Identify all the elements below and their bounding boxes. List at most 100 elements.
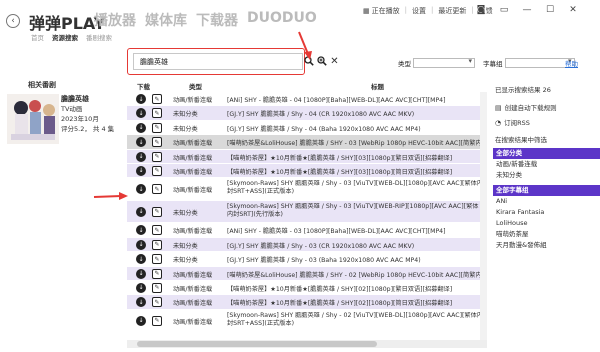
table-row[interactable]: ↓ ✎ 动画/新番连载 [喵萌奶茶屋&LoliHouse] 膽膽英雄 / SHY - … [127, 135, 487, 150]
category-option[interactable]: 未知分类 [493, 170, 600, 181]
subgroup-option[interactable]: Kirara Fantasia [493, 207, 600, 218]
edit-icon[interactable]: ✎ [152, 239, 162, 250]
minimize-icon[interactable]: — [517, 3, 537, 17]
crumb-anime-search[interactable]: 番剧搜索 [86, 32, 112, 42]
vertical-scrollbar[interactable] [480, 92, 487, 340]
table-row[interactable]: ↓ ✎ 未知分类 [GJ.Y] SHY 膽膽英雄 / Shy - 03 (Baha 1… [127, 252, 487, 267]
edit-icon[interactable]: ✎ [152, 108, 162, 119]
subgroup-select[interactable] [504, 57, 575, 68]
download-icon[interactable]: ↓ [136, 239, 146, 250]
download-icon[interactable]: ↓ [136, 225, 146, 236]
edit-icon[interactable]: ✎ [152, 282, 162, 293]
subgroup-filter: 字幕组 [483, 57, 575, 68]
subgroup-all[interactable]: 全部字幕组 [493, 185, 600, 196]
nav-tab-duoduo[interactable]: DUODUO [247, 10, 317, 30]
edit-icon[interactable]: ✎ [152, 268, 162, 279]
edit-icon[interactable]: ✎ [152, 254, 162, 265]
camera-icon[interactable]: ◙ [471, 3, 491, 17]
now-playing-button[interactable]: ▦ 正在播放 [363, 6, 400, 16]
table-row[interactable]: ↓ ✎ 动画/新番连载 【喵萌奶茶屋】★10月新番★[膽膽英雄 / SHY][03][… [127, 149, 487, 164]
close-icon[interactable]: ✕ [563, 3, 583, 17]
result-count: 已显示搜索结果 26 [495, 86, 551, 94]
row-type: 未知分类 [173, 111, 198, 119]
download-icon[interactable]: ↓ [136, 315, 146, 326]
help-link[interactable]: 帮助 [565, 58, 578, 68]
back-button[interactable]: ‹ [6, 14, 20, 28]
window-icon[interactable]: ▭ [494, 3, 514, 17]
annotation-arrow-icon [93, 192, 128, 200]
create-rule-button[interactable]: ▤ 创建自动下载规则 [493, 102, 600, 114]
nav-tab-player[interactable]: 播放器 [94, 10, 136, 30]
table-row[interactable]: ↓ ✎ 未知分类 [GJ.Y] SHY 膽膽英雄 / Shy - 04 (CR 192… [127, 106, 487, 121]
subscribe-rss-button[interactable]: ◔ 订阅RSS [493, 117, 600, 129]
category-option[interactable]: 动画/新番连载 [493, 159, 600, 170]
recent-updates-button[interactable]: 最近更新 [438, 6, 466, 16]
table-row[interactable]: ↓ ✎ 动画/新番连载 [Skymoon-Raws] SHY 膽膽英雄 / Shy -… [127, 178, 487, 201]
nav-tab-downloader[interactable]: 下载器 [196, 10, 238, 30]
table-row[interactable]: ↓ ✎ 未知分类 [Skymoon-Raws] SHY 膽膽英雄 / Shy - 03… [127, 200, 487, 224]
table-row[interactable]: ↓ ✎ 动画/新番连载 [ANi] SHY - 膽膽英雄 - 04 [1080P][B… [127, 92, 487, 107]
edit-icon[interactable]: ✎ [152, 122, 162, 133]
download-icon[interactable]: ↓ [136, 184, 146, 195]
subgroup-option[interactable]: LoliHouse [493, 218, 600, 229]
edit-icon[interactable]: ✎ [152, 151, 162, 162]
table-row[interactable]: ↓ ✎ 动画/新番连载 [ANi] SHY - 膽膽英雄 - 03 [1080P][B… [127, 223, 487, 238]
filter-label: 在搜索结果中筛选 [495, 136, 547, 144]
subgroup-option[interactable]: 天月動漫&發佈組 [493, 240, 600, 251]
download-icon[interactable]: ↓ [136, 151, 146, 162]
download-icon[interactable]: ↓ [136, 254, 146, 265]
right-panel: 已显示搜索结果 26 ▤ 创建自动下载规则 ◔ 订阅RSS 在搜索结果中筛选 全部分… [493, 84, 600, 251]
table-row[interactable]: ↓ ✎ 未知分类 [GJ.Y] SHY 膽膽英雄 / Shy - 03 (CR 192… [127, 237, 487, 253]
category-all[interactable]: 全部分类 [493, 148, 600, 159]
settings-button[interactable]: 设置 [412, 6, 426, 16]
subgroup-option[interactable]: 喵萌奶茶屋 [493, 229, 600, 240]
window-controls: ◙ ▭ — ☐ ✕ [471, 3, 586, 17]
arrow-left-icon: ‹ [11, 15, 15, 26]
anime-cover[interactable] [7, 94, 59, 144]
download-icon[interactable]: ↓ [136, 165, 146, 176]
scrollbar-thumb[interactable] [137, 341, 377, 347]
crumb-resource-search[interactable]: 资源搜索 [52, 32, 78, 42]
nav-tab-library[interactable]: 媒体库 [145, 10, 187, 30]
maximize-icon[interactable]: ☐ [540, 3, 560, 17]
table-row[interactable]: ↓ ✎ 动画/新番连载 【喵萌奶茶屋】★10月新番★[膽膽英雄 / SHY][02][… [127, 295, 487, 310]
edit-icon[interactable]: ✎ [152, 225, 162, 236]
horizontal-scrollbar[interactable] [127, 340, 487, 348]
subgroup-option[interactable]: ANi [493, 196, 600, 207]
download-icon[interactable]: ↓ [136, 297, 146, 308]
download-icon[interactable]: ↓ [136, 282, 146, 293]
download-icon[interactable]: ↓ [136, 268, 146, 279]
edit-icon[interactable]: ✎ [152, 206, 162, 217]
divider: | [430, 6, 434, 14]
crumb-home[interactable]: 首页 [31, 32, 44, 42]
edit-icon[interactable]: ✎ [152, 297, 162, 308]
col-title[interactable]: 标题 [371, 81, 384, 91]
table-row[interactable]: ↓ ✎ 动画/新番连载 【喵萌奶茶屋】★10月新番★[膽膽英雄 / SHY][03][… [127, 163, 487, 179]
divider: | [404, 6, 407, 14]
zoom-search-icon[interactable] [315, 54, 328, 68]
edit-icon[interactable]: ✎ [152, 137, 162, 148]
edit-icon[interactable]: ✎ [152, 165, 162, 176]
clear-icon[interactable]: ✕ [328, 54, 341, 68]
download-icon[interactable]: ↓ [136, 122, 146, 133]
download-icon[interactable]: ↓ [136, 108, 146, 119]
edit-icon[interactable]: ✎ [152, 184, 162, 195]
download-icon[interactable]: ↓ [136, 137, 146, 148]
table-row[interactable]: ↓ ✎ 动画/新番连载 [Skymoon-Raws] SHY 膽膽英雄 / Shy -… [127, 310, 487, 333]
table-header: 下载 类型 标题 [127, 80, 487, 92]
type-select[interactable] [413, 57, 475, 68]
row-title: [Skymoon-Raws] SHY 膽膽英雄 / Shy - 03 [ViuT… [227, 202, 479, 218]
download-icon[interactable]: ↓ [136, 94, 146, 104]
search-input[interactable]: 膽膽英雄 [133, 53, 303, 70]
col-download[interactable]: 下载 [137, 81, 150, 91]
anime-title[interactable]: 膽膽英雄 [61, 94, 114, 104]
download-icon[interactable]: ↓ [136, 206, 146, 217]
edit-icon[interactable]: ✎ [152, 94, 162, 104]
table-row[interactable]: ↓ ✎ 未知分类 [GJ.Y] SHY 膽膽英雄 / Shy - 04 (Baha 1… [127, 121, 487, 136]
row-title: [喵萌奶茶屋&LoliHouse] 膽膽英雄 / SHY - 03 [WebRi… [227, 140, 482, 148]
col-type[interactable]: 类型 [189, 81, 202, 91]
table-row[interactable]: ↓ ✎ 动画/新番连载 【喵萌奶茶屋】★10月新番★[膽膽英雄 / SHY][02][… [127, 281, 487, 296]
edit-icon[interactable]: ✎ [152, 315, 162, 326]
related-anime-heading: 相关番剧 [28, 81, 56, 89]
table-row[interactable]: ↓ ✎ 动画/新番连载 [喵萌奶茶屋&LoliHouse] 膽膽英雄 / SHY - … [127, 266, 487, 281]
